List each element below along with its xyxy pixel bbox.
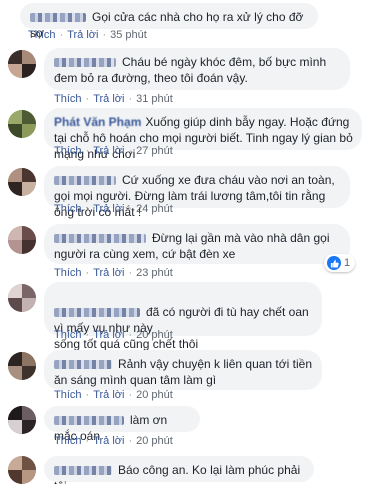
author-name-blurred[interactable] — [54, 308, 140, 318]
comment-time[interactable]: 31 phút — [136, 93, 173, 105]
comment-actions: Thích · Trả lời · 35 phút — [28, 29, 147, 41]
reply-link[interactable]: Trả lời — [93, 267, 124, 279]
comment: Cứ xuống xe đưa cháu vào nơi an toàn, gọ… — [0, 164, 376, 222]
comment-time[interactable]: 20 phút — [136, 389, 173, 401]
reaction-number: 1 — [344, 257, 351, 269]
comment: Báo công an. Ko lại làm phúc phải tội — [0, 454, 376, 484]
comment-bubble: Cháu bé ngày khóc đêm, bố bực mình đem b… — [44, 48, 350, 90]
comment-bubble: làm ơn mắc oán — [44, 406, 200, 443]
comment: Gọi cửa các nhà cho họ ra xử lý cho đỡ s… — [0, 0, 376, 42]
comment-time[interactable]: 27 phút — [136, 145, 173, 157]
comment: Rảnh vậy chuyện k liên quan tới tiền ăn … — [0, 348, 376, 404]
comment-time[interactable]: 35 phút — [110, 29, 147, 41]
avatar[interactable] — [8, 50, 36, 78]
comment-actions: Thích · Trả lời · 27 phút — [54, 145, 173, 157]
comment-time[interactable]: 24 phút — [136, 203, 173, 215]
author-name-blurred[interactable] — [54, 360, 112, 370]
comment-bubble: Gọi cửa các nhà cho họ ra xử lý cho đỡ s… — [20, 3, 318, 40]
comment-actions: Thích · Trả lời · 24 phút — [54, 203, 173, 215]
reply-link[interactable]: Trả lời — [93, 329, 124, 341]
comment-time[interactable]: 20 phút — [136, 329, 173, 341]
like-link[interactable]: Thích — [54, 145, 82, 157]
comment-actions: Thích · Trả lời · 20 phút — [54, 389, 173, 401]
comment-actions: Thích · Trả lời · 20 phút — [54, 329, 173, 341]
comment: Phát Văn Phạm Xuống giúp dinh bẫy ngay. H… — [0, 106, 376, 164]
comment-actions: Thích · Trả lời · 23 phút — [54, 267, 173, 279]
author-name-blurred[interactable] — [54, 58, 116, 68]
comment-actions: Thích · Trả lời · 31 phút — [54, 93, 173, 105]
comment-time[interactable]: 23 phút — [136, 267, 173, 279]
like-link[interactable]: Thích — [54, 93, 82, 105]
like-icon — [327, 256, 341, 270]
like-link[interactable]: Thích — [54, 329, 82, 341]
author-name[interactable]: Phát Văn Phạm — [54, 115, 141, 129]
avatar[interactable] — [8, 168, 36, 196]
author-name-blurred[interactable] — [54, 234, 146, 244]
author-name-blurred[interactable] — [30, 13, 86, 23]
comment-bubble: Đừng lại gần mà vào nhà dân gọi người ra… — [44, 224, 350, 264]
comment-actions: Thích · Trả lời · 20 phút — [54, 435, 173, 447]
avatar[interactable] — [8, 456, 36, 484]
avatar[interactable] — [8, 284, 36, 312]
author-name-blurred[interactable] — [54, 176, 116, 186]
like-link[interactable]: Thích — [54, 435, 82, 447]
reply-link[interactable]: Trả lời — [93, 145, 124, 157]
like-link[interactable]: Thích — [54, 267, 82, 279]
reply-link[interactable]: Trả lời — [93, 389, 124, 401]
comment: Đừng lại gần mà vào nhà dân gọi người ra… — [0, 222, 376, 280]
reply-link[interactable]: Trả lời — [93, 435, 124, 447]
comment-time[interactable]: 20 phút — [136, 435, 173, 447]
avatar[interactable] — [8, 406, 36, 434]
like-link[interactable]: Thích — [54, 203, 82, 215]
reply-link[interactable]: Trả lời — [67, 29, 98, 41]
comment: đã có người đi tù hay chết oan vì mấy vụ… — [0, 280, 376, 351]
avatar[interactable] — [8, 110, 36, 138]
like-link[interactable]: Thích — [54, 389, 82, 401]
comment-bubble: Báo công an. Ko lại làm phúc phải tội — [44, 456, 314, 484]
author-name-blurred[interactable] — [54, 416, 124, 426]
comment-bubble: Rảnh vậy chuyện k liên quan tới tiền ăn … — [44, 350, 322, 390]
comment: Cháu bé ngày khóc đêm, bố bực mình đem b… — [0, 46, 376, 106]
like-link[interactable]: Thích — [28, 29, 56, 41]
reply-link[interactable]: Trả lời — [93, 203, 124, 215]
reaction-count[interactable]: 1 — [324, 254, 356, 272]
reply-link[interactable]: Trả lời — [93, 93, 124, 105]
comment: làm ơn mắc oán Thích · Trả lời · 20 phút — [0, 404, 376, 452]
avatar[interactable] — [8, 226, 36, 254]
avatar[interactable] — [8, 352, 36, 380]
author-name-blurred[interactable] — [54, 466, 112, 476]
